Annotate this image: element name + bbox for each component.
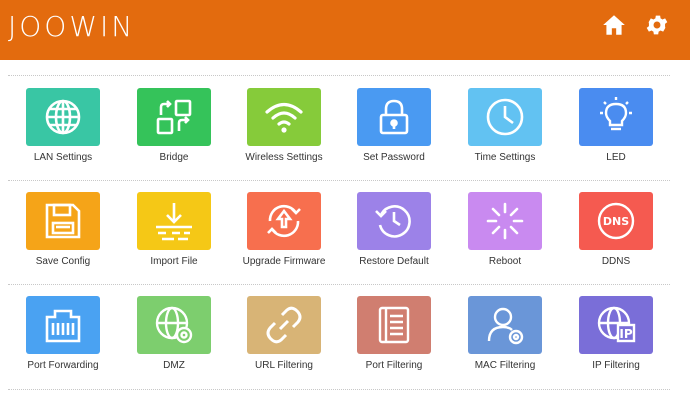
tile-icon-box: DNS	[579, 192, 653, 250]
time-settings-tile[interactable]: Time Settings	[450, 76, 560, 176]
tile-icon-box: IP	[579, 296, 653, 354]
import-file-tile[interactable]: Import File	[119, 180, 229, 280]
settings-row: LAN Settings Bridge Wireless Settings Se…	[0, 76, 690, 180]
tile-icon-box	[468, 296, 542, 354]
bridge-tile[interactable]: Bridge	[119, 76, 229, 176]
lan-settings-tile[interactable]: LAN Settings	[8, 76, 118, 176]
tile-icon-box	[137, 88, 211, 146]
tile-icon-box	[247, 88, 321, 146]
tile-icon-box	[247, 296, 321, 354]
document-icon	[378, 306, 410, 344]
upgrade-icon	[267, 204, 301, 238]
link-icon	[266, 306, 302, 344]
globe-gear-icon	[155, 306, 193, 344]
port-filtering-tile[interactable]: Port Filtering	[339, 284, 449, 384]
joowin-logo[interactable]: JOOWIN	[8, 10, 135, 44]
tile-icon-box	[468, 88, 542, 146]
tile-icon-box	[26, 296, 100, 354]
ip-filtering-tile[interactable]: IP IP Filtering	[561, 284, 671, 384]
globe-ip-icon: IP	[597, 306, 636, 343]
svg-text:IP: IP	[619, 327, 632, 341]
divider	[8, 389, 670, 390]
tile-icon-box	[247, 192, 321, 250]
led-tile[interactable]: LED	[561, 76, 671, 176]
tile-icon-box	[357, 88, 431, 146]
reboot-icon	[486, 202, 524, 240]
tile-icon-box	[26, 192, 100, 250]
header-bar: JOOWIN	[0, 0, 690, 60]
home-icon[interactable]	[601, 12, 627, 38]
bulb-icon	[600, 97, 632, 131]
floppy-icon	[45, 203, 81, 239]
wireless-settings-tile[interactable]: Wireless Settings	[229, 76, 339, 176]
dmz-tile[interactable]: DMZ	[119, 284, 229, 384]
port-forwarding-tile[interactable]: Port Forwarding	[8, 284, 118, 384]
tile-label: LED	[606, 152, 626, 163]
tile-icon-box	[468, 192, 542, 250]
gear-icon[interactable]	[644, 12, 670, 38]
reboot-tile[interactable]: Reboot	[450, 180, 560, 280]
globe-icon	[45, 99, 81, 135]
tile-icon-box	[357, 192, 431, 250]
user-gear-icon	[487, 307, 524, 345]
mac-filtering-tile[interactable]: MAC Filtering	[450, 284, 560, 384]
clock-icon	[486, 98, 524, 136]
ddns-tile[interactable]: DNS DDNS	[561, 180, 671, 280]
lock-icon	[379, 99, 409, 135]
bridge-icon	[156, 99, 192, 135]
dns-icon: DNS	[597, 202, 635, 240]
tile-icon-box	[357, 296, 431, 354]
tile-icon-box	[137, 192, 211, 250]
import-icon	[156, 203, 192, 241]
svg-text:DNS: DNS	[603, 215, 629, 228]
save-config-tile[interactable]: Save Config	[8, 180, 118, 280]
restore-icon	[375, 205, 411, 238]
wifi-icon	[265, 102, 303, 133]
url-filtering-tile[interactable]: URL Filtering	[229, 284, 339, 384]
router-port-icon	[45, 309, 81, 343]
tile-label: IP Filtering	[592, 360, 640, 371]
restore-default-tile[interactable]: Restore Default	[339, 180, 449, 280]
settings-row: Save Config Import File Upgrade Firmware…	[0, 180, 690, 284]
tile-label: DDNS	[601, 256, 631, 267]
upgrade-firmware-tile[interactable]: Upgrade Firmware	[229, 180, 339, 280]
tile-icon-box	[26, 88, 100, 146]
set-password-tile[interactable]: Set Password	[339, 76, 449, 176]
tile-icon-box	[579, 88, 653, 146]
tile-icon-box	[137, 296, 211, 354]
settings-row: Port Forwarding DMZ URL Filtering Port F…	[0, 284, 690, 388]
